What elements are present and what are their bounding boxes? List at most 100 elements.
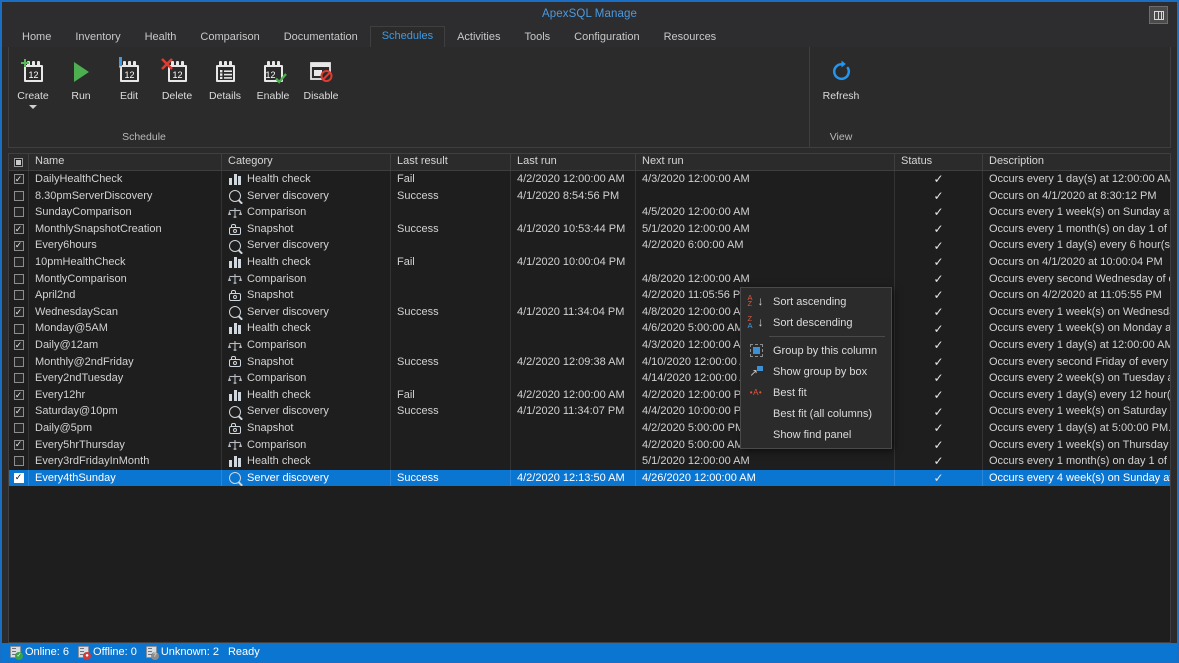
table-row[interactable]: April2nd Snapshot 4/2/2020 11:05:56 PM ✓ Occ… <box>9 287 1170 304</box>
row-select-checkbox[interactable]: ✓ <box>9 436 29 454</box>
context-menu-item-show-group-by-box[interactable]: ↗ Show group by box <box>741 361 891 382</box>
table-row[interactable]: ✓ WednesdayScan Server discovery Success 4/1… <box>9 303 1170 321</box>
table-row[interactable]: Monday@5AM Health check 4/6/2020 5:00:00 A… <box>9 320 1170 337</box>
table-row[interactable]: Monthly@2ndFriday Snapshot Success 4/2/2020… <box>9 353 1170 371</box>
row-select-checkbox[interactable] <box>9 353 29 371</box>
select-all-checkbox[interactable] <box>14 158 23 167</box>
ribbon-tab-home[interactable]: Home <box>10 27 63 48</box>
checkbox-icon[interactable]: ✓ <box>13 406 24 417</box>
delete-button[interactable]: 12 Delete <box>153 51 201 102</box>
table-row[interactable]: 8.30pmServerDiscovery Server discovery Suc… <box>9 187 1170 205</box>
cell-name: MonthlySnapshotCreation <box>29 220 222 238</box>
row-select-checkbox[interactable]: ✓ <box>9 171 29 188</box>
edit-button[interactable]: 12 Edit <box>105 51 153 102</box>
details-button[interactable]: Details <box>201 51 249 102</box>
checkbox-icon[interactable] <box>13 190 24 201</box>
checkbox-icon[interactable] <box>13 356 24 367</box>
context-menu-item-sort-descending[interactable]: Z A ↓ Sort descending <box>741 312 891 333</box>
server-discovery-icon <box>228 189 242 202</box>
table-row[interactable]: ✓ Every6hours Server discovery 4/2/2020 6:0… <box>9 237 1170 254</box>
ribbon-tab-schedules[interactable]: Schedules <box>369 26 446 48</box>
grid-column-header-status[interactable]: Status <box>895 154 983 170</box>
chevron-down-icon[interactable] <box>29 105 37 109</box>
context-menu-item-show-find-panel[interactable]: Show find panel <box>741 424 891 445</box>
row-select-checkbox[interactable] <box>9 270 29 288</box>
checkbox-icon[interactable] <box>13 323 24 334</box>
table-row[interactable]: ✓ Saturday@10pm Server discovery Success 4/1… <box>9 403 1170 420</box>
restore-window-button[interactable] <box>1149 6 1168 24</box>
grid-column-header-category[interactable]: Category <box>222 154 391 170</box>
grid-column-header-description[interactable]: Description <box>983 154 1170 170</box>
table-row[interactable]: ✓ DailyHealthCheck Health check Fail 4/2/202… <box>9 171 1170 188</box>
row-select-checkbox[interactable]: ✓ <box>9 336 29 354</box>
grid-column-header-lastresult[interactable]: Last result <box>391 154 511 170</box>
grid-column-header-nextrun[interactable]: Next run <box>636 154 895 170</box>
table-row[interactable]: ✓ Every5hrThursday Comparison 4/2/2020 5:00… <box>9 436 1170 454</box>
grid-column-header-sel[interactable] <box>9 154 29 170</box>
table-row[interactable]: ✓ Every12hr Health check Fail 4/2/2020 12:00… <box>9 386 1170 404</box>
table-row[interactable]: Every3rdFridayInMonth Health check 5/1/202… <box>9 453 1170 470</box>
table-row[interactable]: Every2ndTuesday Comparison 4/14/2020 12:00… <box>9 370 1170 387</box>
table-row[interactable]: ✓ Every4thSunday Server discovery Success 4/… <box>9 469 1170 487</box>
context-menu-item-best-fit-all-columns[interactable]: Best fit (all columns) <box>741 403 891 424</box>
checkbox-icon[interactable] <box>13 373 24 384</box>
grid-column-header-name[interactable]: Name <box>29 154 222 170</box>
checkbox-icon[interactable] <box>13 273 24 284</box>
row-select-checkbox[interactable] <box>9 370 29 387</box>
ribbon-tab-resources[interactable]: Resources <box>652 27 729 48</box>
health-check-icon <box>228 389 242 401</box>
ribbon-tab-health[interactable]: Health <box>133 27 189 48</box>
checkbox-icon[interactable] <box>13 456 24 467</box>
context-menu-item-best-fit[interactable]: •A• Best fit <box>741 382 891 403</box>
ribbon-tab-documentation[interactable]: Documentation <box>272 27 370 48</box>
table-row[interactable]: Daily@5pm Snapshot 4/2/2020 5:00:00 PM ✓ Occ… <box>9 419 1170 437</box>
row-select-checkbox[interactable]: ✓ <box>9 386 29 404</box>
row-select-checkbox[interactable] <box>9 253 29 271</box>
checkbox-icon[interactable]: ✓ <box>13 472 24 483</box>
refresh-button[interactable]: Refresh <box>810 51 872 102</box>
table-row[interactable]: SundayComparison Comparison 4/5/2020 12:00… <box>9 204 1170 221</box>
disable-button[interactable]: Disable <box>297 51 345 102</box>
cell-nextrun: 5/1/2020 12:00:00 AM <box>636 220 895 238</box>
row-select-checkbox[interactable]: ✓ <box>9 237 29 254</box>
row-select-checkbox[interactable] <box>9 453 29 470</box>
context-menu-item-sort-ascending[interactable]: A Z ↓ Sort ascending <box>741 291 891 312</box>
cell-category: Comparison <box>222 336 391 354</box>
checkbox-icon[interactable]: ✓ <box>13 439 24 450</box>
row-select-checkbox[interactable] <box>9 204 29 221</box>
row-select-checkbox[interactable]: ✓ <box>9 403 29 420</box>
checkbox-icon[interactable] <box>13 257 24 268</box>
row-select-checkbox[interactable]: ✓ <box>9 303 29 321</box>
checkbox-icon[interactable]: ✓ <box>13 307 24 318</box>
checkbox-icon[interactable] <box>13 290 24 301</box>
checkbox-icon[interactable] <box>13 423 24 434</box>
ribbon-tab-activities[interactable]: Activities <box>445 27 512 48</box>
table-row[interactable]: 10pmHealthCheck Health check Fail 4/1/2020 … <box>9 253 1170 271</box>
checkbox-icon[interactable]: ✓ <box>13 340 24 351</box>
checkbox-icon[interactable]: ✓ <box>13 390 24 401</box>
checkbox-icon[interactable]: ✓ <box>13 224 24 235</box>
row-select-checkbox[interactable] <box>9 187 29 205</box>
ribbon-tab-comparison[interactable]: Comparison <box>188 27 271 48</box>
checkbox-icon[interactable] <box>13 207 24 218</box>
context-menu-item-group-by-this-column[interactable]: Group by this column <box>741 340 891 361</box>
run-button[interactable]: Run <box>57 51 105 102</box>
table-row[interactable]: ✓ MonthlySnapshotCreation Snapshot Success 4… <box>9 220 1170 238</box>
row-select-checkbox[interactable]: ✓ <box>9 220 29 238</box>
calendar-delete-icon: 12 <box>161 55 188 88</box>
create-button[interactable]: 12 Create <box>9 51 57 109</box>
table-row[interactable]: ✓ Daily@12am Comparison 4/3/2020 12:00:00 A… <box>9 336 1170 354</box>
row-select-checkbox[interactable] <box>9 419 29 437</box>
row-select-checkbox[interactable] <box>9 287 29 304</box>
grid-column-header-lastrun[interactable]: Last run <box>511 154 636 170</box>
checkbox-icon[interactable]: ✓ <box>13 240 24 251</box>
cell-lastresult <box>391 336 511 354</box>
ribbon-tab-inventory[interactable]: Inventory <box>63 27 132 48</box>
table-row[interactable]: MontlyComparison Comparison 4/8/2020 12:00… <box>9 270 1170 288</box>
ribbon-tab-tools[interactable]: Tools <box>512 27 562 48</box>
checkbox-icon[interactable]: ✓ <box>13 174 24 185</box>
enable-button[interactable]: 12 Enable <box>249 51 297 102</box>
row-select-checkbox[interactable] <box>9 320 29 337</box>
ribbon-tab-configuration[interactable]: Configuration <box>562 27 651 48</box>
row-select-checkbox[interactable]: ✓ <box>9 469 29 487</box>
